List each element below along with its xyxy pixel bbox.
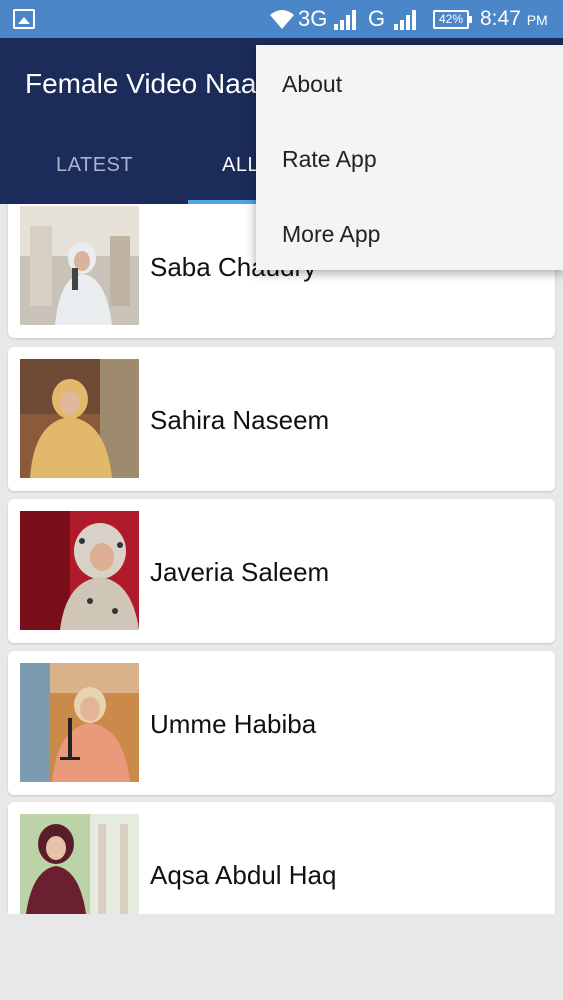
gallery-icon xyxy=(13,9,35,29)
list-item[interactable]: Umme Habiba xyxy=(8,651,555,795)
singer-thumbnail xyxy=(20,206,139,325)
singer-name: Aqsa Abdul Haq xyxy=(150,860,337,890)
clock-ampm: PM xyxy=(526,12,548,28)
singer-thumbnail xyxy=(20,814,139,914)
clock: 8:47 PM xyxy=(480,7,548,31)
singer-name: Umme Habiba xyxy=(150,709,317,739)
overflow-menu: About Rate App More App xyxy=(256,45,563,270)
singer-thumbnail xyxy=(20,663,139,782)
menu-item-about[interactable]: About xyxy=(282,71,342,98)
app-title: Female Video Naat xyxy=(25,68,265,99)
singer-list[interactable]: Saba Chaudry Sahira Naseem Javeria Salee… xyxy=(0,204,563,914)
network-g-label: G xyxy=(368,6,386,31)
singer-thumbnail xyxy=(20,511,139,630)
network-3g-label: 3G xyxy=(298,6,328,31)
wifi-icon xyxy=(270,10,294,29)
list-item[interactable]: Javeria Saleem xyxy=(8,499,555,643)
battery-level: 42% xyxy=(438,12,464,26)
list-item[interactable]: Sahira Naseem xyxy=(8,347,555,491)
menu-item-more-app[interactable]: More App xyxy=(282,221,380,248)
tab-latest[interactable]: LATEST xyxy=(56,154,133,177)
signal-icon xyxy=(394,10,416,30)
menu-item-rate-app[interactable]: Rate App xyxy=(282,146,377,173)
signal-icon xyxy=(334,10,356,30)
status-bar: 3G G 42% 8:47 PM xyxy=(0,0,563,38)
singer-name: Javeria Saleem xyxy=(150,557,330,587)
singer-name: Sahira Naseem xyxy=(150,405,330,435)
singer-thumbnail xyxy=(20,359,139,478)
battery-icon: 42% xyxy=(433,10,472,29)
list-item[interactable]: Aqsa Abdul Haq xyxy=(8,802,555,914)
clock-time: 8:47 xyxy=(480,7,521,30)
tab-all[interactable]: ALL xyxy=(222,154,259,177)
